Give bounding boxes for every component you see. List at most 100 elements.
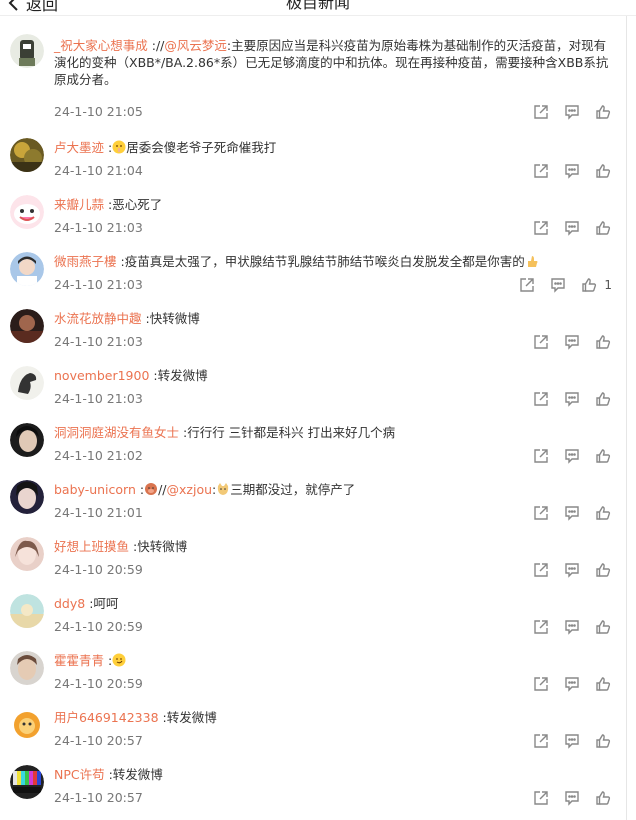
avatar[interactable] [10,252,44,286]
share-icon[interactable] [532,675,550,693]
like-icon[interactable] [594,219,612,237]
like-icon[interactable] [594,333,612,351]
timestamp: 24-1-10 20:57 [54,790,143,805]
avatar[interactable] [10,594,44,628]
share-icon[interactable] [532,162,550,180]
share-icon[interactable] [518,276,536,294]
like-icon[interactable] [594,390,612,408]
share-icon[interactable] [532,618,550,636]
like-icon[interactable] [594,162,612,180]
username-link[interactable]: 好想上班摸鱼 [54,539,129,554]
like-icon[interactable] [594,561,612,579]
share-icon[interactable] [532,504,550,522]
comment-body: :快转微博 [141,311,200,326]
avatar[interactable] [10,480,44,514]
emoji-pig-icon [144,482,158,497]
comment-icon[interactable] [563,561,581,579]
comment-body: : [104,653,113,668]
comment-actions [519,333,612,351]
avatar[interactable] [10,537,44,571]
comment-item: baby-unicorn ://@xzjou: 三期都没过，就停产了 24-1-10… [0,478,626,535]
avatar[interactable] [10,309,44,343]
share-icon[interactable] [532,732,550,750]
avatar[interactable] [10,34,44,68]
comment-actions [519,789,612,807]
comment-actions [519,390,612,408]
comment-icon[interactable] [563,219,581,237]
username-link[interactable]: 洞洞洞庭湖没有鱼女士 [54,425,179,440]
avatar[interactable] [10,366,44,400]
username-link[interactable]: 霍霍青青 [54,653,104,668]
emoji-smirk-icon [112,653,126,668]
share-icon[interactable] [532,103,550,121]
comment-text: ddy8 :呵呵 [54,595,614,612]
avatar[interactable] [10,423,44,457]
username-link[interactable]: november1900 [54,368,149,383]
username-link[interactable]: 微雨燕子樓 [54,254,117,269]
comment-actions [519,504,612,522]
share-icon[interactable] [532,447,550,465]
like-icon[interactable] [594,789,612,807]
comment-icon[interactable] [563,732,581,750]
username-link[interactable]: NPC许苟 [54,767,105,782]
timestamp: 24-1-10 20:59 [54,619,143,634]
avatar[interactable] [10,765,44,799]
like-icon[interactable] [594,675,612,693]
share-icon[interactable] [532,390,550,408]
like-icon[interactable] [580,276,598,294]
username-link[interactable]: _祝大家心想事成 [54,38,148,53]
like-icon[interactable] [594,504,612,522]
comment-icon[interactable] [563,103,581,121]
comment-body: // [158,482,167,497]
comment-item: 霍霍青青 : 24-1-10 20:59 [0,649,626,706]
comment-item: 好想上班摸鱼 :快转微博 24-1-10 20:59 [0,535,626,592]
comment-text: 霍霍青青 : [54,652,614,669]
username-link[interactable]: 用户6469142338 [54,710,159,725]
comment-icon[interactable] [563,162,581,180]
comment-icon[interactable] [563,618,581,636]
comment-text: 微雨燕子樓 :疫苗真是太强了，甲状腺结节乳腺结节肺结节喉炎白发脱发全都是你害的 [54,253,614,270]
comment-item: ddy8 :呵呵 24-1-10 20:59 [0,592,626,649]
like-icon[interactable] [594,447,612,465]
scroll-track [626,16,627,820]
timestamp: 24-1-10 21:01 [54,505,143,520]
comment-body: :快转微博 [129,539,188,554]
comment-text: baby-unicorn ://@xzjou: 三期都没过，就停产了 [54,481,614,498]
share-icon[interactable] [532,789,550,807]
timestamp: 24-1-10 21:05 [54,104,143,119]
comment-item: 洞洞洞庭湖没有鱼女士 :行行行 三针都是科兴 打出来好几个病 24-1-10 21… [0,421,626,478]
username-link[interactable]: 卢大墨迹 [54,140,104,155]
comment-body: :转发微博 [104,767,163,782]
share-icon[interactable] [532,561,550,579]
comment-text: 洞洞洞庭湖没有鱼女士 :行行行 三针都是科兴 打出来好几个病 [54,424,614,441]
mention-link[interactable]: @风云梦远 [164,38,227,53]
page-title: 极目新闻 [285,0,350,12]
share-icon[interactable] [532,333,550,351]
avatar[interactable] [10,708,44,742]
avatar[interactable] [10,138,44,172]
mention-link[interactable]: @xzjou [167,482,213,497]
avatar[interactable] [10,651,44,685]
like-icon[interactable] [594,732,612,750]
username-link[interactable]: 来瓣儿蒜 [54,197,104,212]
comment-text: 来瓣儿蒜 :恶心死了 [54,196,614,213]
comment-icon[interactable] [563,504,581,522]
like-icon[interactable] [594,618,612,636]
comment-body: :疫苗真是太强了，甲状腺结节乳腺结节肺结节喉炎白发脱发全都是你害的 [116,254,525,269]
emoji-cat-icon [216,482,230,497]
like-icon[interactable] [594,103,612,121]
comment-icon[interactable] [563,390,581,408]
comment-text: november1900 :转发微博 [54,367,614,384]
comment-icon[interactable] [563,789,581,807]
comment-icon[interactable] [563,447,581,465]
comment-icon[interactable] [563,333,581,351]
comment-text: 卢大墨迹 : 居委会傻老爷子死命催我打 [54,139,614,156]
comment-icon[interactable] [563,675,581,693]
comment-icon[interactable] [549,276,567,294]
share-icon[interactable] [532,219,550,237]
username-link[interactable]: ddy8 [54,596,85,611]
comment-actions [519,561,612,579]
avatar[interactable] [10,195,44,229]
username-link[interactable]: 水流花放静中趣 [54,311,142,326]
username-link[interactable]: baby-unicorn [54,482,136,497]
